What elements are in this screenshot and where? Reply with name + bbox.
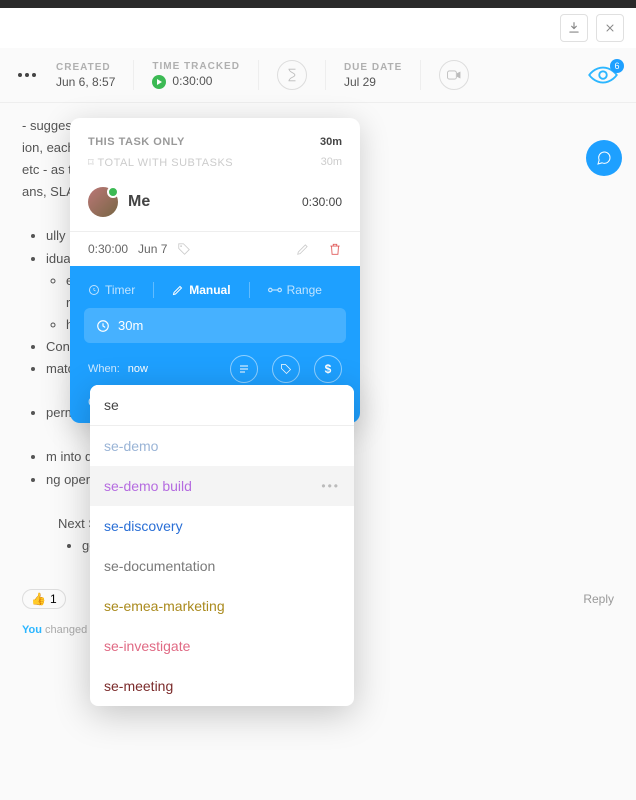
more-menu[interactable] <box>18 73 36 77</box>
when-label: When: <box>88 363 120 375</box>
reaction-button[interactable]: 👍1 <box>22 589 66 609</box>
tab-range[interactable]: Range <box>268 283 322 297</box>
entry-date: Jun 7 <box>138 242 167 256</box>
tag-search-input[interactable] <box>90 385 354 426</box>
reply-link[interactable]: Reply <box>583 592 614 606</box>
tag-option[interactable]: se-meeting <box>90 666 354 706</box>
due-date-label: DUE DATE <box>344 62 402 73</box>
subtasks-total-label: ⌑ TOTAL WITH SUBTASKS <box>88 156 233 169</box>
duration-value: 30m <box>118 318 143 333</box>
subtasks-total: 30m <box>321 156 342 169</box>
tab-timer[interactable]: Timer <box>88 283 135 297</box>
estimate-icon[interactable] <box>277 60 307 90</box>
tag-icon[interactable] <box>177 242 191 256</box>
billable-icon[interactable]: $ <box>314 355 342 383</box>
tab-manual[interactable]: Manual <box>172 283 230 297</box>
tag-option[interactable]: se-documentation <box>90 546 354 586</box>
created-field: CREATED Jun 6, 8:57 <box>56 62 115 89</box>
video-icon[interactable] <box>439 60 469 90</box>
duration-input[interactable]: 30m <box>84 308 346 343</box>
time-entry-row[interactable]: 0:30:00 Jun 7 <box>70 231 360 266</box>
created-label: CREATED <box>56 62 115 73</box>
time-tracked-value: 0:30:00 <box>152 74 240 89</box>
due-date-value: Jul 29 <box>344 75 402 89</box>
time-tracked-field[interactable]: TIME TRACKED 0:30:00 <box>152 61 240 89</box>
watchers-count: 6 <box>610 59 624 73</box>
watchers-button[interactable]: 6 <box>588 65 618 85</box>
time-tracking-panel: THIS TASK ONLY 30m ⌑ TOTAL WITH SUBTASKS… <box>70 118 360 423</box>
close-button[interactable] <box>596 14 624 42</box>
time-tracked-label: TIME TRACKED <box>152 61 240 72</box>
tag-dropdown: se-demose-demo build•••se-discoveryse-do… <box>90 385 354 706</box>
tag-option[interactable]: se-demo <box>90 426 354 466</box>
tag-option-more-icon[interactable]: ••• <box>321 479 340 493</box>
created-value: Jun 6, 8:57 <box>56 75 115 89</box>
tracked-user-name: Me <box>128 193 302 211</box>
this-task-total: 30m <box>320 136 342 148</box>
tracked-user-row[interactable]: Me 0:30:00 <box>70 173 360 231</box>
tracked-user-total: 0:30:00 <box>302 195 342 209</box>
download-button[interactable] <box>560 14 588 42</box>
window-actions <box>0 8 636 48</box>
edit-icon[interactable] <box>296 242 310 256</box>
trash-icon[interactable] <box>328 242 342 256</box>
tag-option[interactable]: se-emea-marketing <box>90 586 354 626</box>
avatar <box>88 187 118 217</box>
play-icon[interactable] <box>152 75 166 89</box>
tag-option[interactable]: se-demo build••• <box>90 466 354 506</box>
tag-option[interactable]: se-discovery <box>90 506 354 546</box>
chat-fab[interactable] <box>586 140 622 176</box>
this-task-label: THIS TASK ONLY <box>88 136 185 148</box>
entry-duration: 0:30:00 <box>88 242 128 256</box>
tag-option-list: se-demose-demo build•••se-discoveryse-do… <box>90 426 354 706</box>
task-meta-bar: CREATED Jun 6, 8:57 TIME TRACKED 0:30:00… <box>0 48 636 103</box>
note-icon[interactable] <box>230 355 258 383</box>
tag-add-icon[interactable] <box>272 355 300 383</box>
due-date-field[interactable]: DUE DATE Jul 29 <box>344 62 402 89</box>
when-value[interactable]: now <box>128 363 148 375</box>
tag-option[interactable]: se-investigate <box>90 626 354 666</box>
